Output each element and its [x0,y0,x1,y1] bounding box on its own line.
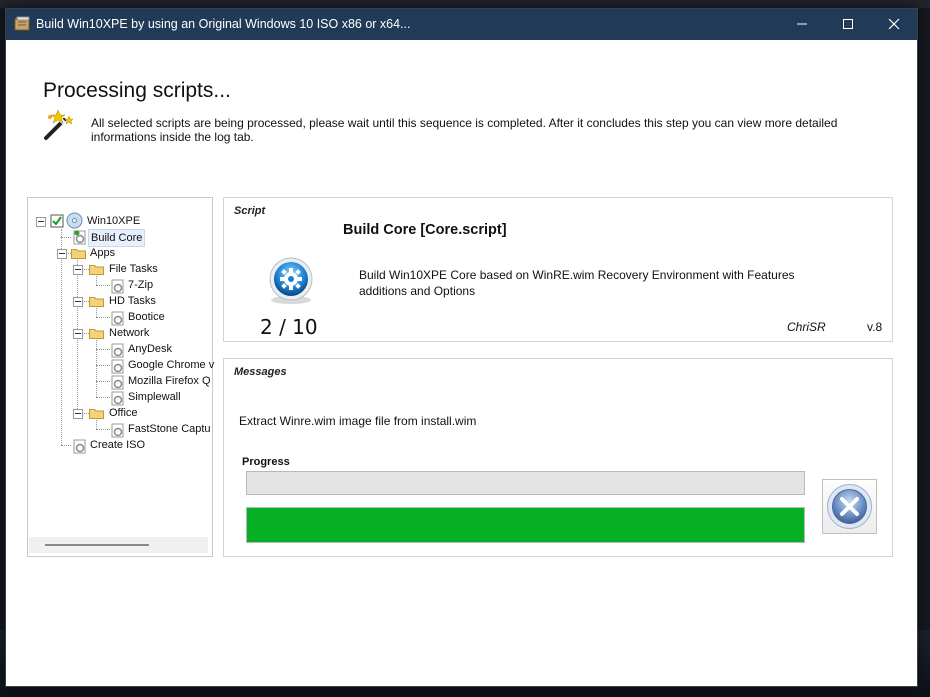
script-gear-icon [111,311,124,326]
tree-line [96,285,110,286]
close-icon [888,18,900,30]
script-group: Script Build Core [Core.script] Build Wi… [223,197,893,342]
script-author: ChriSR [787,320,826,334]
script-gear-icon [111,375,124,390]
cancel-button[interactable] [822,479,877,534]
tree-line [61,237,71,238]
maximize-icon [843,19,853,29]
progress-label: Progress [242,456,290,468]
script-gear-icon [111,279,124,294]
desktop-background [0,0,930,8]
close-button[interactable] [871,9,917,40]
checkbox-checked-icon[interactable] [50,214,64,228]
title-bar[interactable]: Build Win10XPE by using an Original Wind… [6,9,917,40]
tree-line [96,381,110,382]
script-gear-icon [73,230,86,245]
tree-line [96,308,97,317]
folder-icon [89,329,104,339]
tree-line [96,420,97,429]
collapse-toggle[interactable] [73,329,83,339]
minimize-button[interactable] [779,9,825,40]
maximize-button[interactable] [825,9,871,40]
script-group-label: Script [234,205,266,217]
minimize-icon [797,23,807,25]
status-message: Extract Winre.wim image file from instal… [239,414,477,428]
messages-group: Messages Extract Winre.wim image file fr… [223,358,893,557]
script-gear-icon [111,423,124,438]
script-tree[interactable]: Win10XPE Build Core Apps File Tasks 7-Zi… [27,197,214,557]
script-gear-icon [111,391,124,406]
tree-line [96,397,110,398]
script-version: v.8 [867,320,883,334]
script-gear-icon [111,359,124,374]
script-counter: 2 / 10 [260,315,318,339]
build-window: Build Win10XPE by using an Original Wind… [5,8,918,687]
collapse-toggle[interactable] [36,217,46,227]
tree-line [61,229,62,445]
overall-progress-fill [247,508,804,542]
window-title: Build Win10XPE by using an Original Wind… [36,17,411,31]
collapse-toggle[interactable] [73,265,83,275]
scrollbar-thumb[interactable] [45,544,149,546]
horizontal-scrollbar[interactable] [29,537,208,553]
tree-line [96,317,110,318]
folder-icon [89,265,104,275]
app-icon [14,16,30,31]
collapse-toggle[interactable] [57,249,67,259]
script-progress-bar [246,471,805,495]
collapse-toggle[interactable] [73,297,83,307]
tree-line [96,349,110,350]
folder-icon [89,297,104,307]
tree-line [96,365,110,366]
page-title: Processing scripts... [43,79,231,102]
disc-icon [66,212,83,229]
folder-icon [89,409,104,419]
collapse-toggle[interactable] [73,409,83,419]
messages-group-label: Messages [234,366,287,378]
script-gear-icon [111,343,124,358]
header-description: All selected scripts are being processed… [91,116,838,144]
script-description: Build Win10XPE Core based on WinRE.wim R… [359,268,795,298]
folder-icon [71,249,86,259]
script-name: Build Core [Core.script] [343,222,507,238]
magic-wand-icon [44,109,74,140]
tree-line [96,429,110,430]
overall-progress-bar [246,507,805,543]
cancel-x-icon [827,484,872,529]
gear-script-icon [269,257,313,304]
script-gear-icon [73,439,86,454]
tree-line [61,445,71,446]
tree-line [96,276,97,285]
